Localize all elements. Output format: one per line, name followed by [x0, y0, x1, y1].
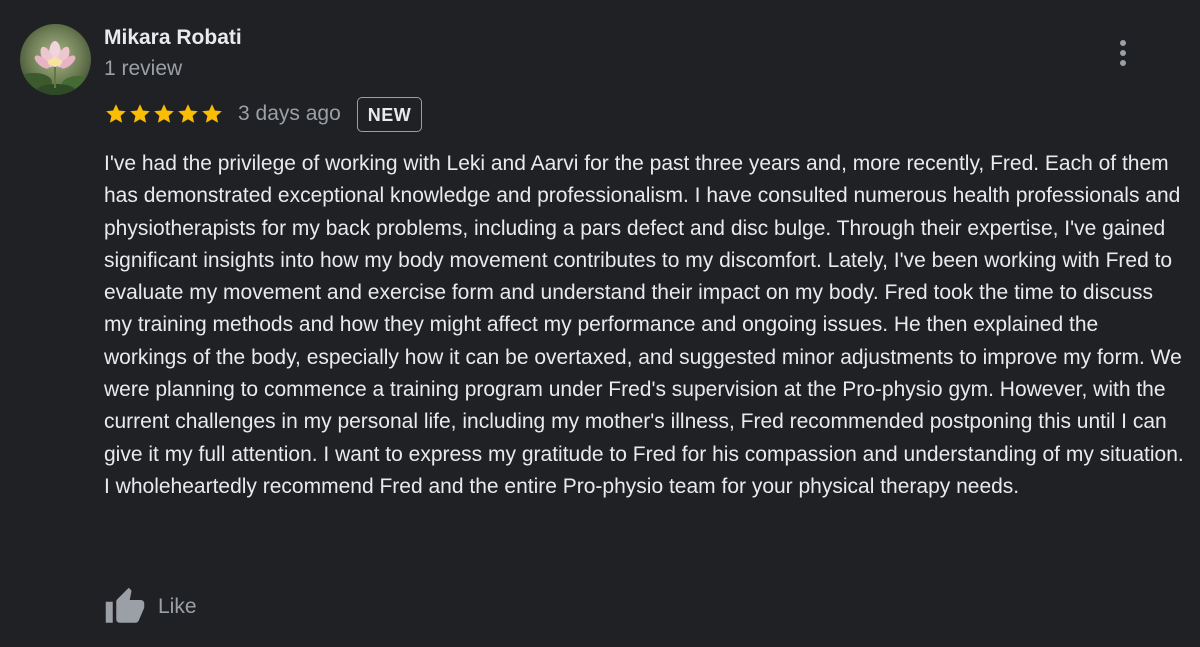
- review-card: Mikara Robati 1 review 3 days ago NEW I'…: [0, 0, 1200, 647]
- star-icon: [202, 104, 222, 123]
- more-vert-icon-dot: [1120, 50, 1126, 56]
- star-rating: [104, 102, 224, 126]
- review-text: I've had the privilege of working with L…: [104, 152, 1184, 498]
- star-icon: [154, 104, 174, 123]
- more-vert-icon: [1120, 40, 1126, 46]
- new-badge: NEW: [356, 96, 423, 132]
- review-date: 3 days ago: [238, 102, 341, 125]
- star-icon: [130, 104, 150, 123]
- more-options-button[interactable]: [1109, 36, 1137, 70]
- star-icon: [106, 104, 126, 123]
- author-name[interactable]: Mikara Robati: [104, 26, 242, 50]
- star-icon: [178, 104, 198, 123]
- like-label: Like: [158, 595, 197, 618]
- rating-row: 3 days ago NEW: [104, 96, 423, 132]
- more-vert-icon-dot: [1120, 60, 1126, 66]
- lotus-avatar-image: [20, 24, 91, 95]
- author-review-count: 1 review: [104, 57, 183, 80]
- thumb-up-icon: [105, 587, 145, 623]
- like-button[interactable]: Like: [104, 586, 197, 628]
- avatar[interactable]: [20, 24, 91, 95]
